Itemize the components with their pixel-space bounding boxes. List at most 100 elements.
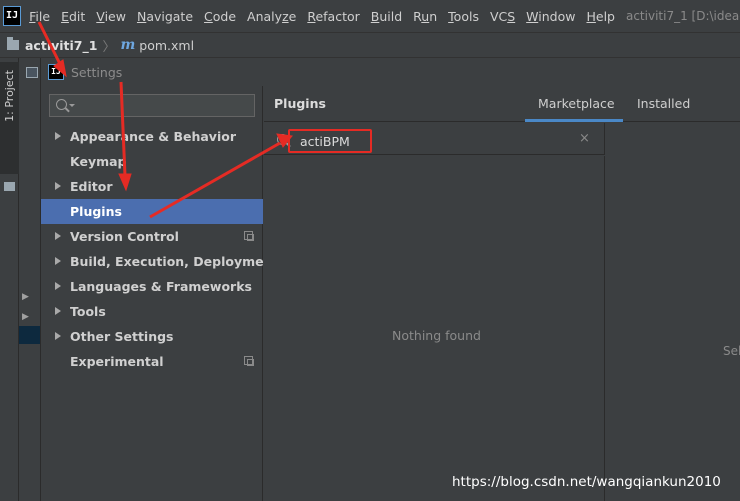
settings-tree-item[interactable]: Plugins [41,199,263,224]
expand-arrow-icon[interactable] [55,307,61,315]
menu-item[interactable]: Build [371,9,402,24]
tab-marketplace[interactable]: Marketplace [538,96,615,111]
maven-icon: m [120,37,136,53]
menu-item-mnemonic: C [204,8,213,24]
dialog-title: Settings [71,64,123,80]
settings-tree-item[interactable]: Experimental [41,349,263,374]
menu-item-text: uild [379,8,403,24]
plugins-title: Plugins [274,96,326,111]
folder-icon [7,37,19,50]
settings-tree-item-label: Build, Execution, Deployment [70,254,279,269]
menu-item-text: n [429,8,438,24]
project-tool-tab[interactable]: 1: Project [0,62,19,174]
tab-installed[interactable]: Installed [637,96,690,111]
settings-dialog: IJ Settings Appearance & Behavior Keymap E… [40,58,740,501]
menu-item[interactable]: Run [413,9,437,24]
settings-tree-item[interactable]: Build, Execution, Deployment [41,249,278,274]
expand-arrow-icon[interactable] [55,182,61,190]
expand-arrow-icon[interactable] [55,257,61,265]
module-icon [26,67,38,78]
project-level-icon [244,356,254,366]
menu-item[interactable]: Help [586,9,615,24]
settings-tree-item[interactable]: Editor [41,174,263,199]
menu-item[interactable]: Edit [61,9,85,24]
menu-item[interactable]: File [29,9,50,24]
menu-item-text: Analy [247,8,283,24]
menu-item[interactable]: Navigate [137,9,193,24]
plugin-search-input[interactable]: actiBPM [288,129,372,153]
detail-placeholder-text: Sel [723,344,740,358]
menu-item[interactable]: Tools [448,9,479,24]
settings-tree: Appearance & Behavior Keymap Editor Plugins… [41,86,278,501]
expand-arrow-icon[interactable] [55,232,61,240]
settings-tree-item-label: Experimental [70,354,164,369]
menu-item-text: efactor [315,8,360,24]
plugin-search-bar: actiBPM × [264,123,605,155]
menu-item-mnemonic: E [61,8,69,24]
menu-item-mnemonic: H [586,8,596,24]
menu-item-mnemonic: V [96,8,105,24]
menu-item[interactable]: Window [526,9,575,24]
breadcrumb-separator: 〉 [102,39,116,55]
menu-item[interactable]: Code [204,9,236,24]
settings-tree-item-label: Version Control [70,229,179,244]
tab-underline [525,119,623,122]
empty-state-text: Nothing found [392,328,481,343]
expand-arrow-icon[interactable]: ▶ [22,292,29,302]
breadcrumb: activiti7_1 〉 m pom.xml [0,32,740,58]
project-tree-selection[interactable] [19,326,40,344]
plugins-pane: Plugins Marketplace Installed actiBPM × … [264,86,740,501]
settings-tree-item[interactable]: Tools [41,299,263,324]
menu-item-text: ools [453,8,479,24]
window-title: activiti7_1 [D:\ideaco [625,9,740,23]
expand-arrow-icon[interactable]: ▶ [22,312,29,322]
watermark: https://blog.csdn.net/wangqiankun2010 [452,474,721,490]
settings-tree-item-label: Editor [70,179,113,194]
expand-arrow-icon[interactable] [55,132,61,140]
menu-item-text: ode [212,8,237,24]
menu-item[interactable]: VCS [490,9,515,24]
settings-search-input[interactable] [49,94,255,117]
settings-tree-item-label: Languages & Frameworks [70,279,252,294]
search-icon [277,134,288,145]
settings-tree-item[interactable]: Appearance & Behavior [41,124,263,149]
settings-tree-item[interactable]: Other Settings [41,324,263,349]
menu-item-text: iew [104,8,126,24]
project-panel: ▶ ▶ [19,58,40,501]
folder-icon [4,182,15,191]
settings-tree-item-label: Keymap [70,154,127,169]
intellij-logo-icon: IJ [48,64,64,80]
menu-items: File Edit View Navigate Code Analyze Refactor B… [29,9,626,24]
menu-item-mnemonic: N [136,8,147,24]
search-icon [56,99,67,110]
settings-tree-item[interactable]: Keymap [41,149,263,174]
clear-icon[interactable]: × [579,131,590,146]
menu-item-text: dit [68,8,86,24]
plugins-header: Plugins Marketplace Installed [264,86,740,122]
settings-tree-item-label: Plugins [70,204,122,219]
project-tab-label: 1: Project [3,70,16,122]
menu-item[interactable]: Refactor [307,9,359,24]
breadcrumb-file[interactable]: pom.xml [139,38,194,53]
breadcrumb-project[interactable]: activiti7_1 [25,38,97,53]
left-tool-strip: 1: Project [0,58,19,501]
settings-tree-item-label: Other Settings [70,329,174,344]
settings-tree-item[interactable]: Version Control [41,224,263,249]
menu-bar: IJ File Edit View Navigate Code Analyze Refact… [0,0,740,32]
settings-tree-item-label: Tools [70,304,106,319]
settings-tree-item[interactable]: Languages & Frameworks [41,274,263,299]
menu-item-text: VC [489,8,508,24]
dialog-title-bar: IJ Settings [41,58,740,86]
menu-item-mnemonic: W [526,8,539,24]
menu-item[interactable]: View [96,9,126,24]
chevron-down-icon [69,104,75,107]
expand-arrow-icon[interactable] [55,332,61,340]
menu-item[interactable]: Analyze [247,9,296,24]
settings-tree-items: Appearance & Behavior Keymap Editor Plugins… [41,124,278,374]
expand-arrow-icon[interactable] [55,282,61,290]
menu-item-mnemonic: S [507,8,516,24]
menu-item-text: indow [538,8,576,24]
settings-tree-item-label: Appearance & Behavior [70,129,236,144]
menu-item-text: avigate [146,8,194,24]
plugin-list: Nothing found [264,156,605,501]
